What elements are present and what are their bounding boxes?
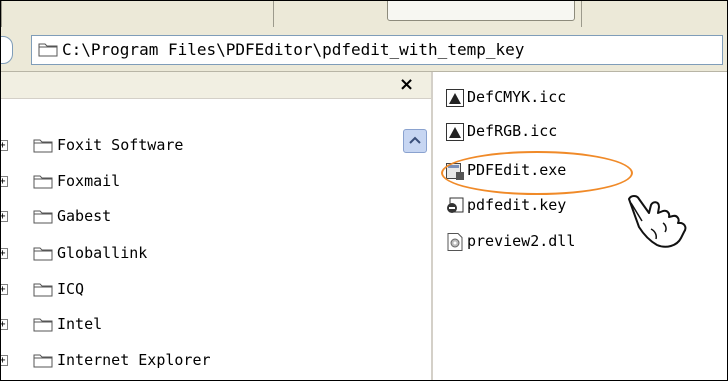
dll-icon <box>447 233 463 251</box>
toolbar-separator <box>581 1 582 27</box>
file-name: DefCMYK.icc <box>467 88 567 106</box>
expand-icon[interactable]: + <box>1 176 8 187</box>
file-name: preview2.dll <box>467 232 576 250</box>
tree-item-label: Gabest <box>57 207 112 225</box>
folder-icon <box>33 139 53 153</box>
close-icon[interactable]: × <box>399 74 414 95</box>
arrow-up-icon <box>409 136 421 144</box>
tree-item-label: Intel <box>57 315 103 333</box>
scroll-up-button[interactable] <box>403 129 427 153</box>
folder-icon <box>33 354 53 368</box>
highlight-ellipse <box>441 151 633 195</box>
key-file-icon <box>447 197 464 213</box>
explorer-window: C:\Program Files\PDFEditor\pdfedit_with_… <box>0 0 728 381</box>
tree-item-label: Foxit Software <box>57 136 184 154</box>
folder-icon <box>33 210 53 224</box>
expand-icon[interactable]: + <box>1 211 8 222</box>
pane-divider[interactable] <box>431 72 433 380</box>
expand-icon[interactable]: + <box>1 248 8 259</box>
toolbar-button[interactable] <box>387 1 575 21</box>
folder-icon <box>33 247 53 261</box>
address-label-edge <box>1 36 13 64</box>
address-field[interactable]: C:\Program Files\PDFEditor\pdfedit_with_… <box>31 35 723 65</box>
expand-icon[interactable]: + <box>1 355 8 366</box>
tree-item-label: ICQ <box>57 280 85 298</box>
file-name: pdfedit.key <box>467 196 567 214</box>
folder-icon <box>33 175 53 189</box>
address-path: C:\Program Files\PDFEditor\pdfedit_with_… <box>62 40 525 59</box>
file-name: DefRGB.icc <box>467 122 558 140</box>
icc-profile-icon <box>446 123 464 141</box>
address-bar-row: C:\Program Files\PDFEditor\pdfedit_with_… <box>1 29 727 72</box>
folder-icon <box>33 318 53 332</box>
tree-item-label: Foxmail <box>57 172 121 190</box>
tree-item-label: Globallink <box>57 244 148 262</box>
tree-item-label: Internet Explorer <box>57 351 211 369</box>
folder-icon <box>33 283 53 297</box>
toolbar <box>1 1 727 30</box>
expand-icon[interactable]: + <box>1 319 8 330</box>
icc-profile-icon <box>446 89 464 107</box>
folders-pane-header: × <box>1 72 431 99</box>
expand-icon[interactable]: + <box>1 140 8 151</box>
folder-icon <box>38 43 58 57</box>
expand-icon[interactable]: + <box>1 284 8 295</box>
pointing-hand-icon <box>628 195 687 248</box>
toolbar-separator <box>273 1 274 27</box>
toolbar-separator <box>1 1 2 27</box>
